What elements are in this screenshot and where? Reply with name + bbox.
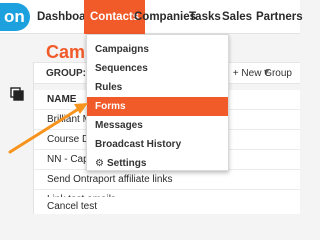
row-name[interactable]: Brilliant M <box>47 114 91 125</box>
group-label: GROUP: <box>46 68 86 79</box>
ontraport-logo[interactable]: on <box>0 3 30 31</box>
menu-item-settings[interactable]: ⚙ Settings <box>87 154 228 173</box>
row-name[interactable]: Cancel test <box>47 201 97 212</box>
left-toolbar <box>0 62 34 214</box>
menu-item-broadcast-history[interactable]: Broadcast History <box>87 135 228 154</box>
gear-icon: ⚙ <box>95 158 104 169</box>
menu-item-campaigns[interactable]: Campaigns <box>87 40 228 59</box>
top-nav-bar: on Dashboard Contacts Companies Tasks Sa… <box>0 0 303 34</box>
table-row[interactable]: Cancel test <box>34 197 300 214</box>
menu-item-messages[interactable]: Messages <box>87 116 228 135</box>
nav-sales[interactable]: Sales <box>222 10 252 24</box>
row-name[interactable]: Send Ontraport affiliate links <box>47 174 172 185</box>
table-row[interactable]: Send Ontraport affiliate links <box>34 170 300 190</box>
menu-item-sequences[interactable]: Sequences <box>87 59 228 78</box>
new-group-button[interactable]: + New Group <box>233 68 292 79</box>
menu-item-settings-label: Settings <box>106 158 147 169</box>
nav-companies[interactable]: Companies <box>134 10 196 24</box>
menu-item-forms[interactable]: Forms <box>87 97 228 116</box>
menu-item-rules[interactable]: Rules <box>87 78 228 97</box>
nav-tasks[interactable]: Tasks <box>189 10 221 24</box>
nav-partners[interactable]: Partners <box>256 10 303 24</box>
column-header-name[interactable]: NAME <box>47 94 76 105</box>
copy-icon[interactable] <box>9 86 25 102</box>
contacts-dropdown-menu: Campaigns Sequences Rules Forms Messages… <box>86 34 229 171</box>
